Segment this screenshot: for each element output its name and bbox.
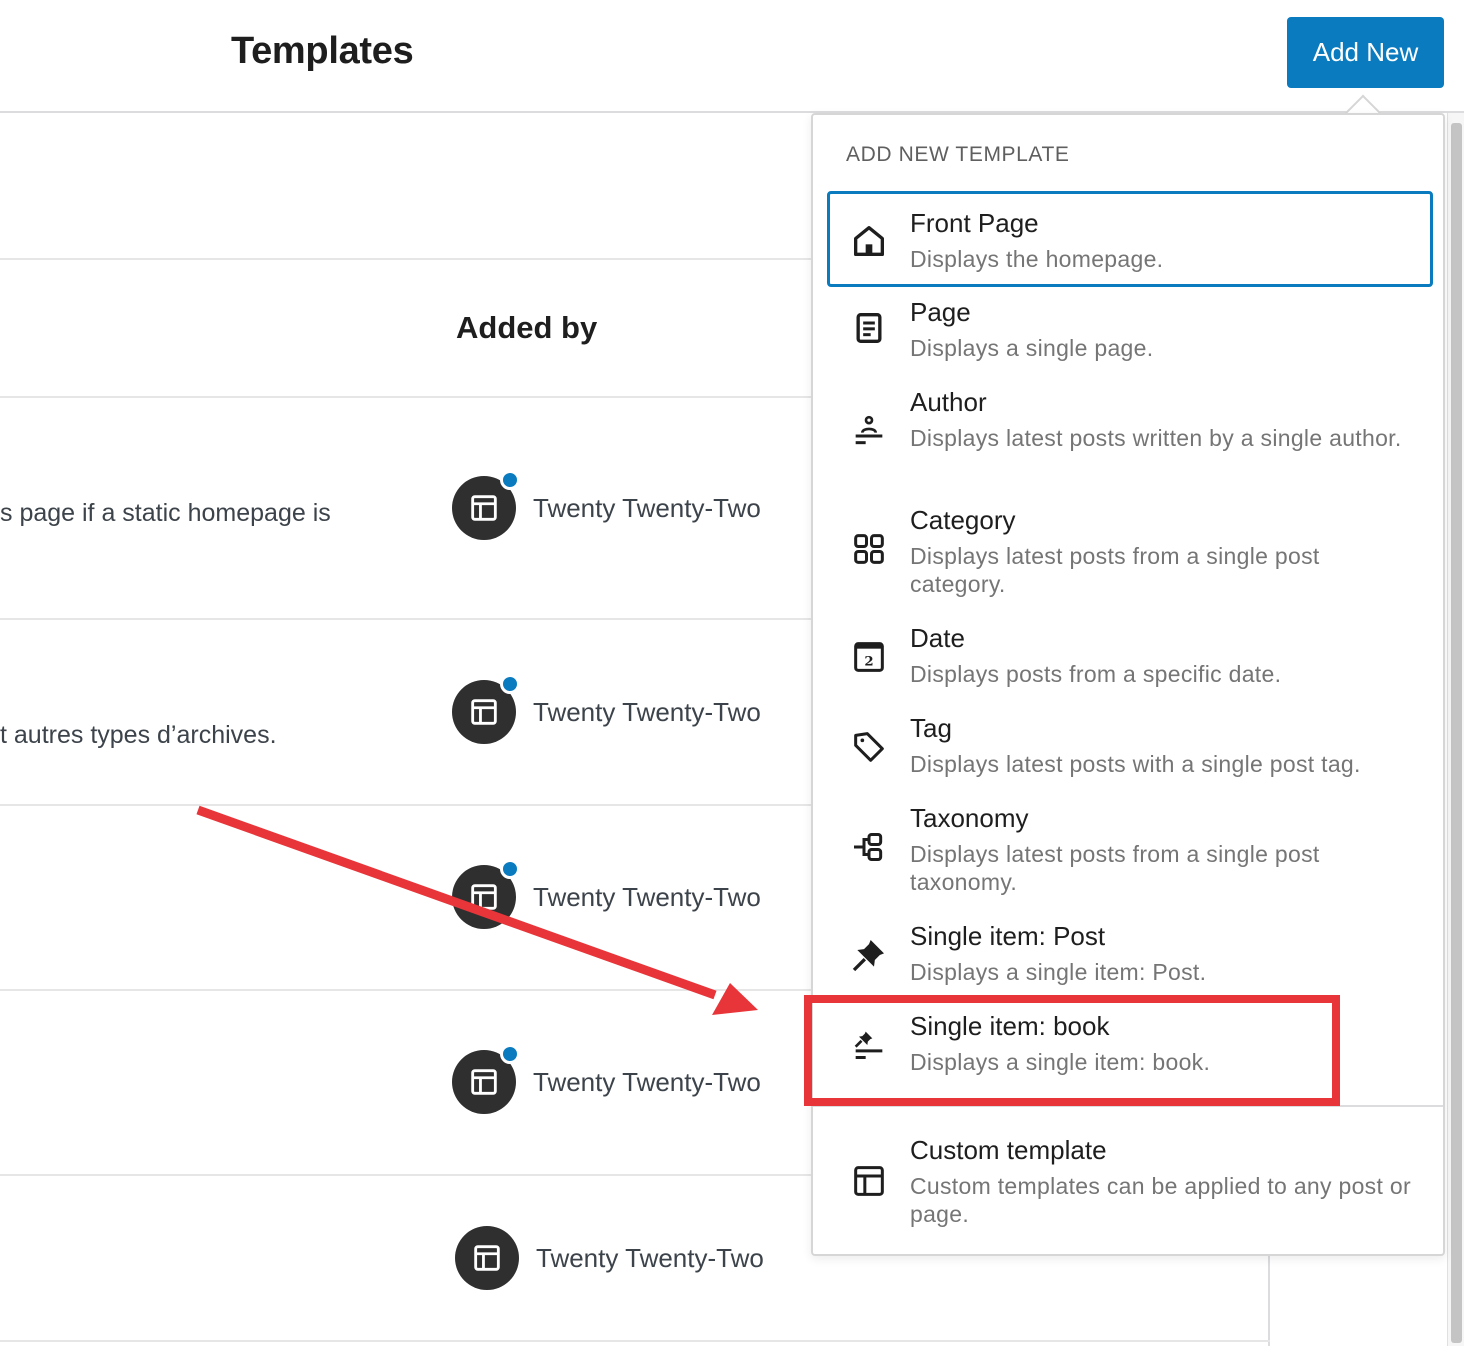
menu-item-single-post[interactable]: Single item: Post Displays a single item…	[827, 911, 1433, 997]
scrollbar-thumb[interactable]	[1451, 123, 1462, 1343]
menu-item-description: Displays the homepage.	[910, 246, 1164, 272]
menu-item-front-page[interactable]: Front Page Displays the homepage.	[827, 191, 1433, 287]
menu-item-label: Taxonomy	[910, 803, 1029, 833]
menu-item-custom-template[interactable]: Custom template Custom templates can be …	[827, 1125, 1433, 1239]
template-description: t autres types d’archives.	[0, 721, 277, 749]
layout-icon	[474, 1245, 500, 1271]
page-icon	[849, 308, 889, 348]
add-new-button[interactable]: Add New	[1287, 17, 1444, 88]
layout-icon	[471, 495, 497, 521]
menu-item-category[interactable]: Category Displays latest posts from a si…	[827, 495, 1433, 609]
menu-item-description: Custom templates can be applied to any p…	[910, 1173, 1411, 1227]
layout-icon	[849, 1161, 889, 1201]
menu-item-date[interactable]: 2 Date Displays posts from a specific da…	[827, 613, 1433, 699]
author-name: Twenty Twenty-Two	[533, 492, 761, 523]
menu-item-description: Displays a single item: book.	[910, 1049, 1211, 1075]
pin-icon	[849, 935, 889, 975]
menu-item-tag[interactable]: Tag Displays latest posts with a single …	[827, 703, 1433, 789]
template-author: Twenty Twenty-Two	[455, 1226, 764, 1290]
menu-item-label: Front Page	[910, 208, 1039, 238]
avatar	[455, 1226, 519, 1290]
avatar	[452, 1044, 520, 1114]
menu-item-label: Single item: Post	[910, 921, 1106, 951]
post-list-icon	[849, 1025, 889, 1065]
layout-icon	[471, 1069, 497, 1095]
menu-item-description: Displays latest posts from a single post…	[910, 841, 1320, 895]
scrollbar[interactable]	[1447, 113, 1464, 1346]
avatar	[452, 674, 520, 744]
author-name: Twenty Twenty-Two	[536, 1242, 764, 1273]
tag-icon	[849, 727, 889, 767]
menu-item-label: Author	[910, 387, 987, 417]
author-name: Twenty Twenty-Two	[533, 696, 761, 727]
customized-badge	[500, 859, 520, 879]
customized-badge	[500, 1044, 520, 1064]
avatar	[452, 470, 520, 540]
customized-badge	[500, 674, 520, 694]
menu-item-label: Page	[910, 297, 971, 327]
menu-item-description: Displays latest posts from a single post…	[910, 543, 1320, 597]
menu-item-label: Date	[910, 623, 965, 653]
popover-divider	[813, 1105, 1443, 1107]
template-author: Twenty Twenty-Two	[452, 674, 761, 744]
calendar-icon: 2	[849, 637, 889, 677]
layout-icon	[471, 884, 497, 910]
menu-item-author[interactable]: Author Displays latest posts written by …	[827, 377, 1433, 491]
menu-item-description: Displays latest posts with a single post…	[910, 751, 1361, 777]
avatar	[452, 859, 520, 929]
template-author: Twenty Twenty-Two	[452, 1044, 761, 1114]
page-title: Templates	[231, 30, 414, 72]
menu-item-description: Displays posts from a specific date.	[910, 661, 1282, 687]
page-header: Templates Add New	[0, 0, 1464, 113]
menu-item-label: Single item: book	[910, 1011, 1110, 1041]
author-icon	[849, 411, 889, 451]
author-name: Twenty Twenty-Two	[533, 881, 761, 912]
template-author: Twenty Twenty-Two	[452, 859, 761, 929]
menu-item-label: Category	[910, 505, 1016, 535]
menu-item-page[interactable]: Page Displays a single page.	[827, 287, 1433, 373]
category-icon	[849, 529, 889, 569]
template-author: Twenty Twenty-Two	[452, 470, 761, 540]
menu-item-description: Displays a single item: Post.	[910, 959, 1207, 985]
popover-title: ADD NEW TEMPLATE	[846, 143, 1070, 166]
row-divider	[0, 1340, 1270, 1342]
menu-item-description: Displays latest posts written by a singl…	[910, 425, 1402, 451]
menu-item-label: Custom template	[910, 1135, 1107, 1165]
home-icon	[849, 221, 889, 261]
svg-text:2: 2	[864, 653, 873, 669]
menu-item-description: Displays a single page.	[910, 335, 1154, 361]
add-new-template-popover: ADD NEW TEMPLATE Front Page Displays the…	[811, 113, 1445, 1256]
menu-item-label: Tag	[910, 713, 952, 743]
layout-icon	[471, 699, 497, 725]
template-description: s page if a static homepage is	[0, 499, 331, 527]
column-header-added-by[interactable]: Added by	[456, 310, 597, 346]
taxonomy-icon	[849, 827, 889, 867]
author-name: Twenty Twenty-Two	[533, 1066, 761, 1097]
menu-item-taxonomy[interactable]: Taxonomy Displays latest posts from a si…	[827, 793, 1433, 907]
customized-badge	[500, 470, 520, 490]
menu-item-single-book[interactable]: Single item: book Displays a single item…	[827, 1001, 1433, 1087]
